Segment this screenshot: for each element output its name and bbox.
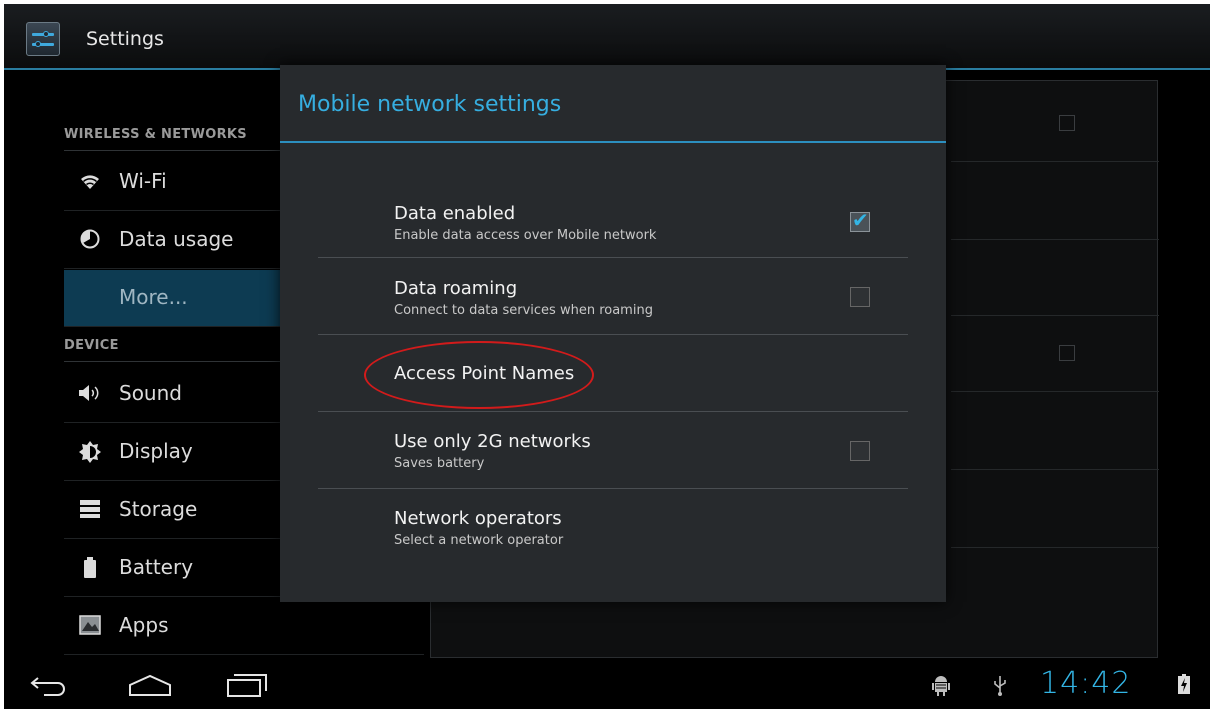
- back-icon[interactable]: [30, 674, 68, 700]
- pref-title: Access Point Names: [394, 363, 575, 384]
- wifi-icon: [78, 171, 102, 195]
- pref-summary: Connect to data services when roaming: [394, 303, 653, 318]
- sidebar-item-label: Apps: [119, 613, 169, 637]
- divider: [951, 161, 1159, 162]
- divider: [951, 315, 1159, 316]
- sidebar-item-label: Wi-Fi: [119, 169, 167, 193]
- sidebar-item-apps[interactable]: Apps: [64, 598, 424, 655]
- divider: [951, 469, 1159, 470]
- home-icon[interactable]: [128, 674, 172, 700]
- data-roaming-checkbox[interactable]: [850, 287, 870, 307]
- background-checkbox: [1059, 345, 1075, 361]
- clock: 14:42: [1040, 666, 1132, 701]
- apps-icon: [78, 615, 102, 639]
- mobile-network-settings-dialog: Mobile network settings Data enabled Ena…: [280, 65, 946, 602]
- sidebar-item-label: Display: [119, 439, 193, 463]
- sidebar-item-label: Sound: [119, 381, 182, 405]
- sidebar-item-label: More...: [119, 285, 188, 309]
- settings-sliders-icon[interactable]: [26, 22, 60, 56]
- dialog-title-divider: [280, 141, 946, 143]
- divider: [951, 391, 1159, 392]
- sidebar-item-label: Data usage: [119, 227, 234, 251]
- section-header-wireless: WIRELESS & NETWORKS: [64, 127, 247, 142]
- use-only-2g-checkbox[interactable]: [850, 441, 870, 461]
- pref-summary: Select a network operator: [394, 533, 564, 548]
- sidebar-item-label: Battery: [119, 555, 194, 579]
- pref-title: Use only 2G networks: [394, 431, 591, 452]
- checkmark-icon: ✔: [852, 208, 869, 232]
- pref-title: Data roaming: [394, 278, 518, 299]
- section-header-device: DEVICE: [64, 338, 119, 353]
- divider: [951, 239, 1159, 240]
- pref-summary: Saves battery: [394, 456, 485, 471]
- screen: Settings WIRELESS & NETWORKS Wi-Fi Data …: [4, 4, 1210, 709]
- pref-data-roaming[interactable]: Data roaming Connect to data services wh…: [318, 258, 908, 334]
- divider: [951, 547, 1159, 548]
- battery-charging-icon: [1178, 674, 1190, 698]
- pref-title: Data enabled: [394, 203, 516, 224]
- action-bar: Settings: [4, 4, 1210, 70]
- pref-network-operators[interactable]: Network operators Select a network opera…: [318, 489, 908, 565]
- data-enabled-checkbox[interactable]: ✔: [850, 208, 870, 232]
- android-debug-icon: [932, 674, 950, 700]
- pref-data-enabled[interactable]: Data enabled Enable data access over Mob…: [318, 183, 908, 257]
- brightness-icon: [78, 441, 102, 465]
- pref-title: Network operators: [394, 508, 562, 529]
- sidebar-item-label: Storage: [119, 497, 198, 521]
- dialog-title: Mobile network settings: [298, 92, 562, 117]
- background-checkbox: [1059, 115, 1075, 131]
- app-title: Settings: [86, 28, 164, 50]
- pref-use-only-2g[interactable]: Use only 2G networks Saves battery: [318, 412, 908, 488]
- storage-icon: [78, 499, 102, 523]
- usb-icon: [992, 674, 1008, 700]
- pref-summary: Enable data access over Mobile network: [394, 228, 657, 243]
- system-bar: 14:42: [4, 660, 1210, 709]
- recent-apps-icon[interactable]: [226, 672, 268, 702]
- data-usage-icon: [78, 229, 102, 253]
- pref-access-point-names[interactable]: Access Point Names: [318, 335, 908, 411]
- battery-icon: [78, 557, 102, 581]
- speaker-icon: [78, 383, 102, 407]
